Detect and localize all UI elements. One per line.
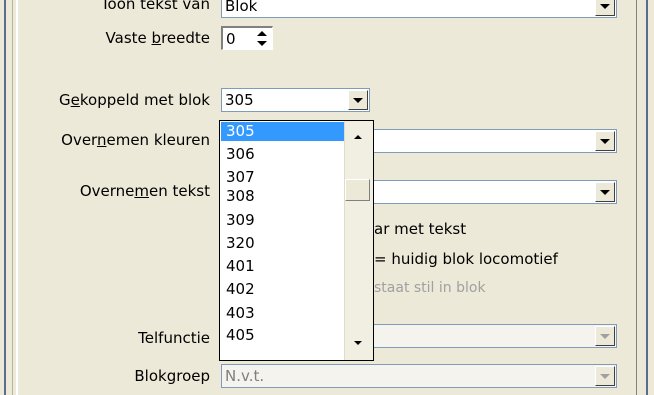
dropdown-option[interactable]: 401 <box>221 257 347 276</box>
blokgroep-value: N.v.t. <box>225 367 265 385</box>
chevron-down-icon <box>600 3 610 9</box>
dropdown-option[interactable]: 402 <box>221 280 347 299</box>
spin-down-button[interactable] <box>253 39 271 49</box>
spin-up-button[interactable] <box>253 29 271 39</box>
scroll-up-icon[interactable] <box>354 135 362 139</box>
toon-tekst-label: Toon tekst van <box>100 0 210 13</box>
spin-buttons[interactable] <box>253 29 271 48</box>
blokgroep-dropdown-button <box>595 366 615 386</box>
dropdown-option[interactable]: 405 <box>221 326 347 345</box>
toon-tekst-combo[interactable]: Blok <box>221 0 617 18</box>
checkbox-row-3: staat stil in blok <box>374 280 486 296</box>
chevron-down-icon <box>600 333 610 339</box>
dropdown-option[interactable]: 320 <box>221 234 347 253</box>
blokgroep-label: Blokgroep <box>134 367 210 385</box>
gekoppeld-label: Gekoppeld met blok <box>59 91 210 109</box>
chevron-down-icon <box>353 97 363 103</box>
dropdown-option[interactable]: 306 <box>221 145 347 164</box>
toon-tekst-value: Blok <box>225 0 258 15</box>
telfunctie-dropdown-button <box>595 326 615 346</box>
scrollbar-thumb[interactable] <box>345 179 370 201</box>
window-frame-left <box>0 0 26 395</box>
gekoppeld-value: 305 <box>225 91 254 109</box>
overnemen-kleuren-dropdown-button[interactable] <box>595 131 615 151</box>
overnemen-tekst-dropdown-button[interactable] <box>595 182 615 202</box>
blokgroep-combo: N.v.t. <box>221 364 617 388</box>
vaste-breedte-spinbox[interactable]: 0 <box>221 26 273 50</box>
dropdown-option[interactable]: 309 <box>221 211 347 230</box>
overnemen-tekst-label: Overnemen tekst <box>79 182 210 200</box>
dropdown-option[interactable]: 308 <box>221 187 347 206</box>
vaste-breedte-value: 0 <box>226 30 236 48</box>
overnemen-kleuren-label: Overnemen kleuren <box>61 131 210 149</box>
dropdown-option[interactable]: 403 <box>221 304 347 323</box>
dropdown-option[interactable]: 307 <box>221 168 347 187</box>
gekoppeld-combo[interactable]: 305 <box>221 88 370 112</box>
chevron-down-icon <box>600 373 610 379</box>
dropdown-option[interactable]: 305 <box>221 122 347 141</box>
dropdown-scrollbar[interactable] <box>344 121 373 360</box>
spin-down-icon <box>257 40 267 46</box>
toon-tekst-dropdown-button[interactable] <box>595 0 615 16</box>
checkbox-row-1[interactable]: ar met tekst <box>374 220 466 238</box>
chevron-down-icon <box>600 138 610 144</box>
telfunctie-label: Telfunctie <box>138 329 210 347</box>
window-frame-right <box>628 0 654 395</box>
scroll-down-icon[interactable] <box>354 341 362 345</box>
checkbox-row-2[interactable]: = huidig blok locomotief <box>374 250 558 268</box>
spin-up-icon <box>257 31 267 37</box>
chevron-down-icon <box>600 189 610 195</box>
gekoppeld-dropdown-button[interactable] <box>348 90 368 110</box>
vaste-breedte-label: Vaste breedte <box>105 29 210 47</box>
gekoppeld-dropdown-list[interactable]: 305 306 307 308 309 320 401 402 403 405 <box>219 120 374 361</box>
